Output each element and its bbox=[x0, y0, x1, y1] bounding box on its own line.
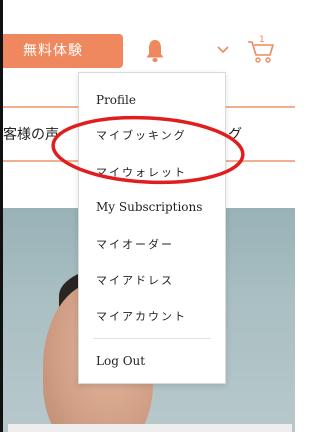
bell-icon[interactable] bbox=[145, 38, 165, 64]
site-header: 無料体験 1 bbox=[3, 0, 295, 72]
nav-link-testimonials[interactable]: 客様の声 bbox=[3, 124, 59, 144]
menu-item-my-wallet[interactable]: マイウォレット bbox=[96, 164, 187, 180]
menu-item-my-orders[interactable]: マイオーダー bbox=[96, 236, 174, 252]
account-dropdown-menu: Profile マイブッキング マイウォレット My Subscriptions… bbox=[78, 72, 226, 384]
menu-item-my-account[interactable]: マイアカウント bbox=[96, 308, 187, 324]
nav-link-blog[interactable]: グ bbox=[228, 124, 242, 144]
menu-item-profile[interactable]: Profile bbox=[96, 93, 136, 107]
menu-item-my-subscriptions[interactable]: My Subscriptions bbox=[96, 200, 202, 214]
cart-count-badge: 1 bbox=[259, 35, 265, 45]
menu-item-my-bookings[interactable]: マイブッキング bbox=[96, 127, 187, 143]
chevron-down-icon[interactable] bbox=[216, 44, 230, 54]
menu-item-log-out[interactable]: Log Out bbox=[96, 354, 145, 368]
menu-divider bbox=[93, 338, 211, 339]
menu-item-my-addresses[interactable]: マイアドレス bbox=[96, 272, 174, 288]
hero-caption-strip bbox=[8, 424, 292, 432]
free-trial-button[interactable]: 無料体験 bbox=[3, 34, 123, 68]
